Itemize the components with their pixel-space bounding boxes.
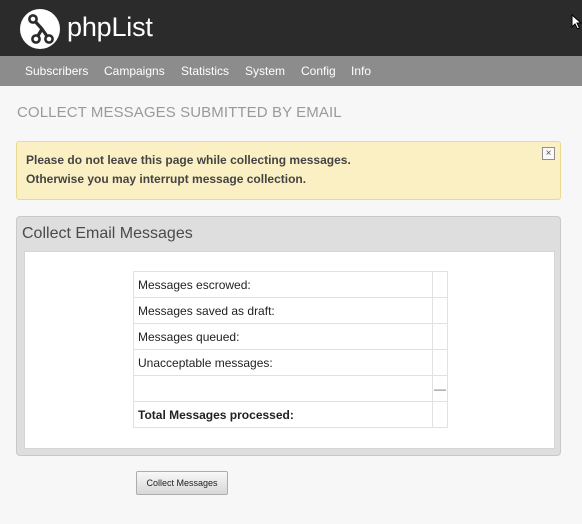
warning-notice: Please do not leave this page while coll…	[16, 141, 561, 200]
main-nav: Subscribers Campaigns Statistics System …	[0, 56, 582, 86]
mouse-pointer-icon	[571, 14, 582, 30]
row-value	[432, 271, 448, 298]
table-row: Unacceptable messages:	[133, 349, 448, 376]
nav-item-info[interactable]: Info	[351, 56, 371, 86]
collect-panel: Collect Email Messages Messages escrowed…	[16, 216, 561, 456]
row-label: Messages queued:	[133, 323, 433, 350]
nav-item-campaigns[interactable]: Campaigns	[104, 56, 165, 86]
row-value	[432, 297, 448, 324]
nav-item-statistics[interactable]: Statistics	[181, 56, 229, 86]
notice-line-1: Please do not leave this page while coll…	[26, 153, 351, 167]
row-value	[432, 323, 448, 350]
close-icon[interactable]: ×	[542, 147, 555, 160]
table-row-total: Total Messages processed:	[133, 401, 448, 428]
app-header: phpList	[0, 0, 582, 56]
panel-body: Messages escrowed: Messages saved as dra…	[24, 251, 555, 449]
row-label: Unacceptable messages:	[133, 349, 433, 376]
row-label: Messages escrowed:	[133, 271, 433, 298]
panel-title: Collect Email Messages	[22, 225, 193, 242]
row-label	[133, 375, 433, 402]
page-title: COLLECT MESSAGES SUBMITTED BY EMAIL	[17, 104, 342, 121]
phplist-logo-icon[interactable]	[20, 9, 60, 49]
table-row: Messages saved as draft:	[133, 297, 448, 324]
notice-line-2: Otherwise you may interrupt message coll…	[26, 172, 307, 186]
row-label: Total Messages processed:	[133, 401, 433, 428]
row-value	[432, 401, 448, 428]
table-row: —	[133, 375, 448, 402]
nav-item-subscribers[interactable]: Subscribers	[25, 56, 88, 86]
collect-messages-button[interactable]: Collect Messages	[136, 471, 228, 495]
row-value: —	[432, 375, 448, 402]
nav-item-config[interactable]: Config	[301, 56, 336, 86]
table-row: Messages escrowed:	[133, 271, 448, 298]
row-value	[432, 349, 448, 376]
stats-table: Messages escrowed: Messages saved as dra…	[133, 271, 448, 428]
brand-name[interactable]: phpList	[67, 10, 153, 44]
nav-item-system[interactable]: System	[245, 56, 285, 86]
table-row: Messages queued:	[133, 323, 448, 350]
row-label: Messages saved as draft:	[133, 297, 433, 324]
